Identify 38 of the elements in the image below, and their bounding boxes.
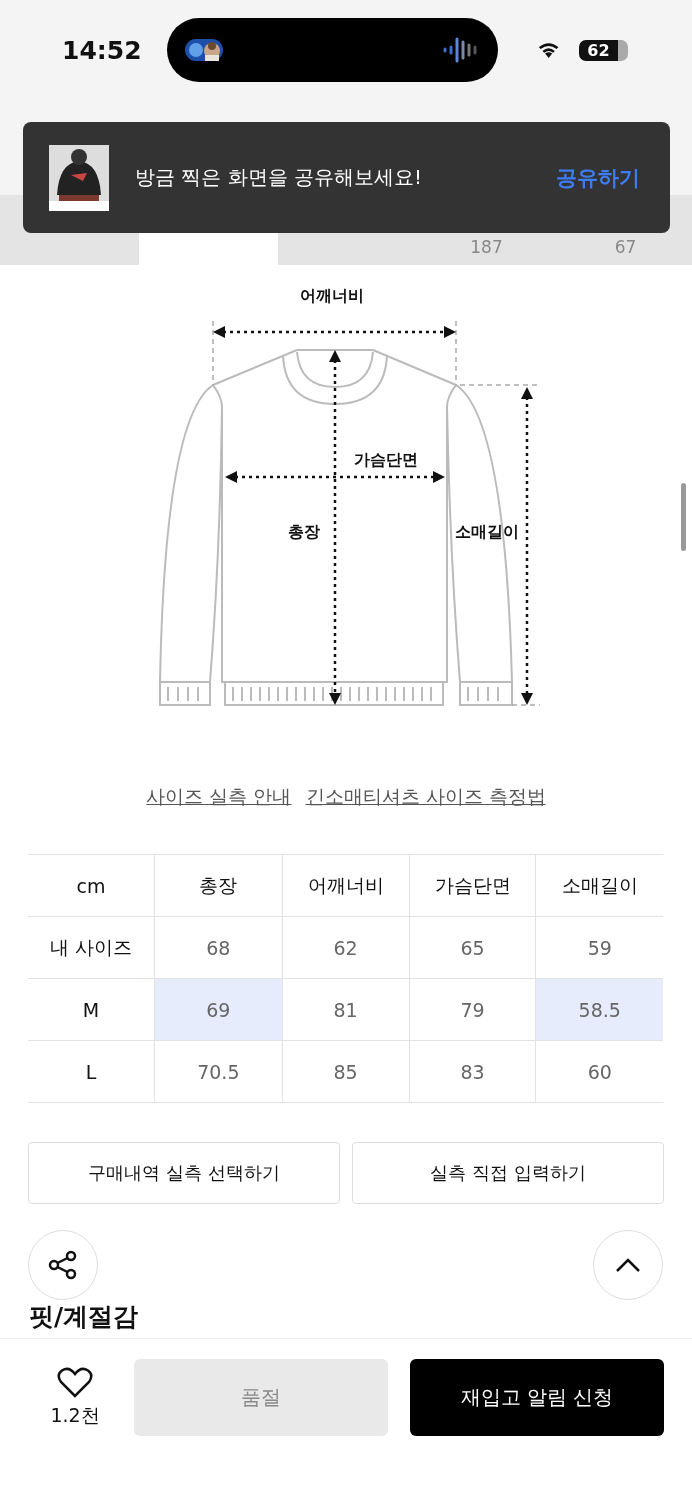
share-icon xyxy=(47,1249,79,1281)
wifi-icon xyxy=(537,41,559,59)
battery-indicator: 62 xyxy=(578,39,628,61)
table-cell: 79 xyxy=(409,978,536,1041)
status-time: 14:52 xyxy=(62,35,143,65)
table-cell: 내 사이즈 xyxy=(28,916,155,979)
like-button[interactable]: 1.2천 xyxy=(40,1366,110,1429)
table-cell: 83 xyxy=(409,1040,536,1103)
guide-link[interactable]: 긴소매티셔츠 사이즈 측정법 xyxy=(305,784,546,810)
restock-alert-button[interactable]: 재입고 알림 신청 xyxy=(410,1359,664,1436)
column-header: 어깨너비 xyxy=(282,854,410,917)
table-cell: 70.5 xyxy=(154,1040,283,1103)
section-title: 핏/계절감 xyxy=(29,1301,140,1333)
table-cell: 69 xyxy=(154,978,283,1041)
column-header: 가슴단면 xyxy=(409,854,536,917)
waveform-icon xyxy=(441,37,480,63)
table-cell: 65 xyxy=(409,916,536,979)
size-input-button[interactable]: 구매내역 실측 선택하기 xyxy=(28,1142,340,1204)
diagram-label: 총장 xyxy=(288,522,320,541)
table-cell: L xyxy=(28,1040,155,1103)
table-cell: 81 xyxy=(282,978,410,1041)
scrollbar xyxy=(681,483,686,551)
toast-message: 방금 찍은 화면을 공유해보세요! xyxy=(135,164,424,191)
column-header: 총장 xyxy=(154,854,283,917)
table-cell: 58.5 xyxy=(536,978,663,1041)
chevron-up-icon xyxy=(615,1257,641,1273)
heart-icon xyxy=(57,1366,93,1399)
diagram-label: 어깨너비 xyxy=(300,286,364,305)
column-header: cm xyxy=(28,854,155,917)
diagram-label: 소매길이 xyxy=(455,522,519,541)
diagram-label: 가슴단면 xyxy=(354,450,418,469)
guide-link[interactable]: 사이즈 실측 안내 xyxy=(146,784,292,810)
column-header: 소매길이 xyxy=(536,854,663,917)
table-cell: 68 xyxy=(154,916,283,979)
table-cell: M xyxy=(28,978,155,1041)
size-input-button[interactable]: 실측 직접 입력하기 xyxy=(352,1142,664,1204)
table-cell: 62 xyxy=(282,916,410,979)
table-cell: 85 xyxy=(282,1040,410,1103)
